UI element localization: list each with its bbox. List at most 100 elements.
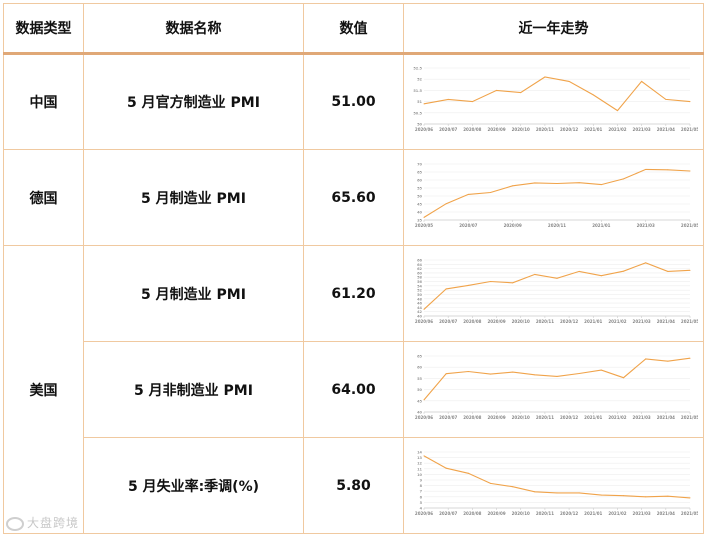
x-tick-label: 2020/08 — [463, 415, 481, 420]
x-tick-label: 2020/07 — [439, 127, 457, 132]
name-cell-china: 5 月官方制造业 PMI — [83, 53, 304, 150]
x-tick-label: 2021/04 — [656, 415, 674, 420]
y-tick-label: 66 — [417, 258, 422, 262]
data-point — [622, 270, 624, 272]
data-point — [423, 454, 424, 456]
x-tick-label: 2020/11 — [535, 319, 553, 324]
row-us-unemployment: 5 月失业率:季调(%) 5.80 4 5 6 7 8 9 10 11 12 13 14 2020/0… — [4, 437, 704, 534]
trend-cell-germany: 35 40 45 50 55 60 65 70 2020/05 2020/07 2020/09 202… — [403, 149, 704, 246]
data-point — [533, 273, 535, 275]
data-point — [423, 398, 424, 400]
y-tick-label: 8 — [419, 484, 422, 488]
data-point — [447, 98, 449, 100]
data-point — [556, 491, 557, 493]
x-tick-label: 2020/12 — [560, 511, 578, 516]
trend-chart-us-unemployment: 4 56 78 9 1011 1213 14 2020/06 2020/07 2020/08 202… — [414, 450, 697, 516]
x-tick-label: 2020/06 — [414, 511, 432, 516]
x-tick-label: 2020/09 — [503, 223, 521, 228]
x-tick-label: 2020/06 — [414, 319, 432, 324]
data-point — [616, 110, 618, 112]
x-tick-label: 2020/09 — [487, 127, 505, 132]
y-tick-label: 62 — [417, 267, 422, 271]
x-tick-label: 2020/07 — [439, 511, 457, 516]
data-point — [578, 270, 580, 272]
watermark-logo-icon — [6, 516, 24, 531]
x-tick-label: 2021/03 — [632, 127, 650, 132]
data-point — [533, 490, 535, 492]
y-tick-label: 45 — [417, 399, 422, 403]
data-point — [622, 494, 624, 496]
row-us-manufacturing: 美国 5 月制造业 PMI 61.20 40 42 44 46 48 50 52 54 56 58… — [3, 245, 704, 534]
data-point — [664, 98, 666, 100]
data-point — [423, 103, 424, 105]
value-cell-us-nonmanufacturing: 64.00 — [303, 341, 404, 438]
x-tick-label: 2020/11 — [535, 415, 553, 420]
x-tick-label: 2020/07 — [439, 415, 457, 420]
data-point — [666, 168, 668, 170]
data-point — [511, 184, 513, 186]
data-point — [467, 284, 469, 286]
y-tick-label: 40 — [417, 210, 422, 214]
trend-cell-china: 50 50.5 51 51.5 52 52.5 2020/06 2020/07 2020/08 2… — [403, 53, 704, 150]
x-tick-label: 2020/12 — [560, 319, 578, 324]
x-tick-label: 2021/05 — [680, 223, 697, 228]
data-point — [666, 495, 668, 497]
data-point — [666, 360, 668, 362]
x-tick-label: 2021/04 — [656, 127, 674, 132]
series-line — [423, 168, 690, 218]
y-tick-label: 56 — [417, 280, 422, 284]
y-tick-label: 10 — [417, 472, 422, 476]
data-point — [578, 181, 580, 183]
y-tick-label: 55 — [417, 376, 422, 380]
data-point — [423, 216, 424, 218]
x-tick-label: 2021/01 — [584, 415, 602, 420]
data-point — [644, 261, 646, 263]
economic-data-table: 数据类型 数据名称 数值 近一年走势 中国 5 月官方制造业 PMI 51.00… — [3, 3, 704, 534]
y-tick-label: 35 — [417, 218, 422, 222]
x-tick-label: 2020/10 — [511, 511, 529, 516]
x-tick-label: 2020/10 — [511, 415, 529, 420]
x-tick-label: 2020/08 — [463, 319, 481, 324]
y-tick-label: 14 — [417, 450, 422, 454]
data-point — [445, 467, 447, 469]
data-point — [445, 372, 447, 374]
data-point — [622, 376, 624, 378]
trend-cell-us-manufacturing: 40 42 44 46 48 50 52 54 56 58 60 62 64 66 2020/06 2020/… — [403, 245, 704, 342]
y-tick-label: 64 — [417, 262, 422, 266]
x-tick-label: 2021/05 — [680, 319, 697, 324]
y-tick-label: 50.5 — [413, 111, 422, 115]
row-us-nonmanufacturing: 5 月非制造业 PMI 64.00 40 45 50 55 60 65 2020/06 202… — [4, 341, 704, 438]
trend-chart-china: 50 50.5 51 51.5 52 52.5 2020/06 2020/07 2020/08 2… — [413, 67, 698, 133]
x-tick-label: 2020/11 — [535, 511, 553, 516]
header-row: 数据类型 数据名称 数值 近一年走势 — [3, 3, 704, 55]
y-tick-label: 70 — [417, 162, 422, 166]
x-tick-label: 2021/02 — [608, 415, 626, 420]
data-point — [495, 89, 497, 91]
y-tick-label: 12 — [417, 461, 422, 465]
data-point — [445, 287, 447, 289]
x-tick-label: 2021/05 — [680, 511, 697, 516]
y-tick-label: 52 — [417, 78, 422, 82]
data-point — [556, 375, 557, 377]
y-tick-label: 48 — [417, 297, 422, 301]
name-cell-us-unemployment: 5 月失业率:季调(%) — [83, 437, 304, 534]
data-point — [622, 177, 624, 179]
y-tick-label: 44 — [417, 305, 422, 309]
y-tick-label: 55 — [417, 186, 422, 190]
header-value: 数值 — [303, 3, 404, 55]
trend-chart-us-nonmanufacturing: 40 45 50 55 60 65 2020/06 2020/07 2020/08 2020/09… — [414, 354, 697, 420]
x-tick-label: 2020/12 — [560, 415, 578, 420]
y-tick-label: 46 — [417, 301, 422, 305]
data-point — [689, 269, 690, 271]
trend-chart-germany: 35 40 45 50 55 60 65 70 2020/05 2020/07 2020/09 202… — [414, 162, 697, 228]
type-cell-germany: 德国 — [3, 149, 84, 246]
series-line — [423, 454, 690, 498]
data-point — [467, 472, 469, 474]
value-cell-us-unemployment: 5.80 — [303, 437, 404, 534]
y-tick-label: 60 — [417, 271, 422, 275]
x-tick-label: 2020/09 — [487, 511, 505, 516]
y-tick-label: 54 — [417, 284, 422, 288]
x-tick-label: 2020/09 — [487, 319, 505, 324]
x-tick-label: 2020/05 — [414, 223, 432, 228]
y-tick-label: 40 — [417, 314, 422, 318]
